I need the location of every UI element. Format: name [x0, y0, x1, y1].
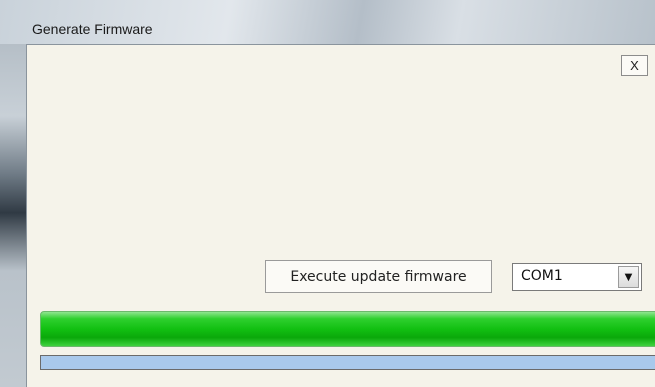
window-frame-left: [0, 0, 26, 387]
window-title: Generate Firmware: [32, 21, 153, 37]
com-port-select[interactable]: COM1 ▼: [512, 263, 642, 291]
dialog-client-area: X Execute update firmware COM1 ▼: [26, 44, 655, 387]
firmware-progress-bar: [40, 311, 655, 347]
execute-button-label: Execute update firmware: [290, 268, 467, 285]
chevron-down-icon: ▼: [624, 271, 633, 283]
close-button[interactable]: X: [621, 55, 648, 76]
com-port-value: COM1: [521, 268, 563, 284]
title-bar[interactable]: Generate Firmware: [0, 0, 655, 44]
dropdown-arrow-button[interactable]: ▼: [618, 266, 639, 288]
secondary-progress-bar: [40, 355, 655, 370]
close-icon: X: [630, 58, 639, 73]
execute-update-firmware-button[interactable]: Execute update firmware: [265, 260, 492, 293]
